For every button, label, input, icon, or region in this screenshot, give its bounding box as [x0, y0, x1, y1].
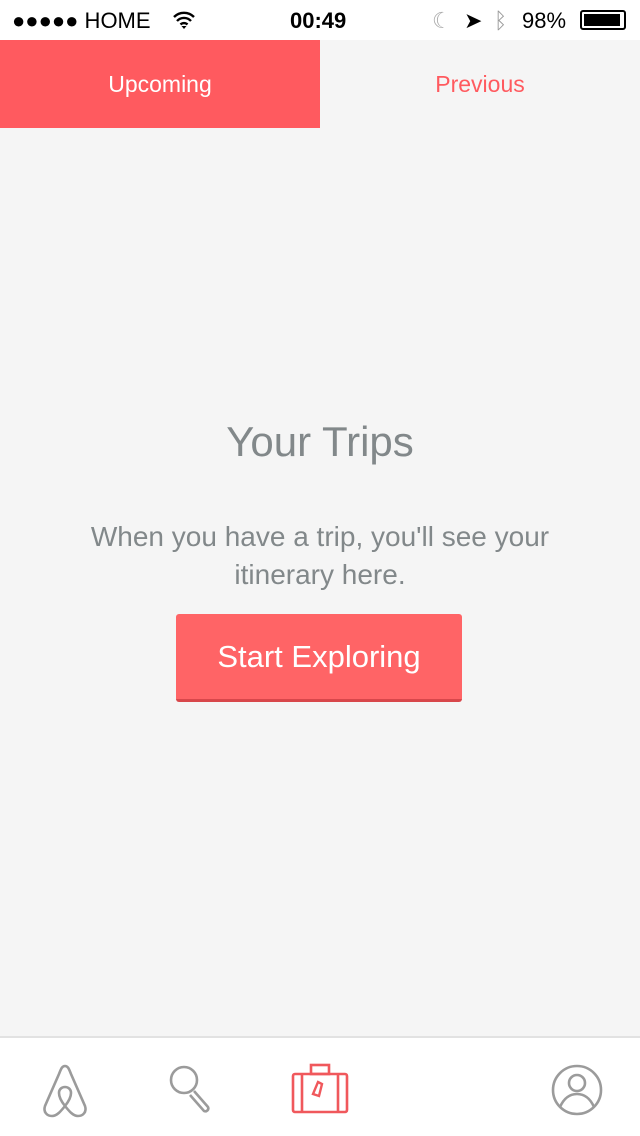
wifi-icon [173, 11, 195, 29]
airbnb-logo-icon[interactable] [35, 1060, 95, 1120]
carrier: ●●●●● HOME [12, 8, 151, 33]
suitcase-icon[interactable] [290, 1060, 350, 1120]
status-bar: ●●●●● HOME 00:49 ☾ ➤ ᛒ 98% [0, 0, 640, 40]
profile-icon[interactable] [547, 1060, 607, 1120]
battery-percent: 98% [522, 8, 567, 33]
empty-message: When you have a trip, you'll see your it… [90, 521, 550, 590]
tab-upcoming[interactable]: Upcoming [0, 40, 320, 128]
clock: 00:49 [290, 8, 347, 33]
page-title: Your Trips [226, 418, 414, 465]
bluetooth-icon: ᛒ [494, 8, 508, 33]
start-exploring-button[interactable]: Start Exploring [176, 614, 462, 702]
bottom-nav [0, 1036, 640, 1136]
moon-icon: ☾ [432, 8, 452, 33]
location-icon: ➤ [464, 8, 483, 33]
trip-tabs: Upcoming Previous [0, 40, 640, 128]
battery-icon [580, 10, 626, 30]
search-icon[interactable] [162, 1060, 222, 1120]
tab-previous[interactable]: Previous [320, 40, 640, 128]
